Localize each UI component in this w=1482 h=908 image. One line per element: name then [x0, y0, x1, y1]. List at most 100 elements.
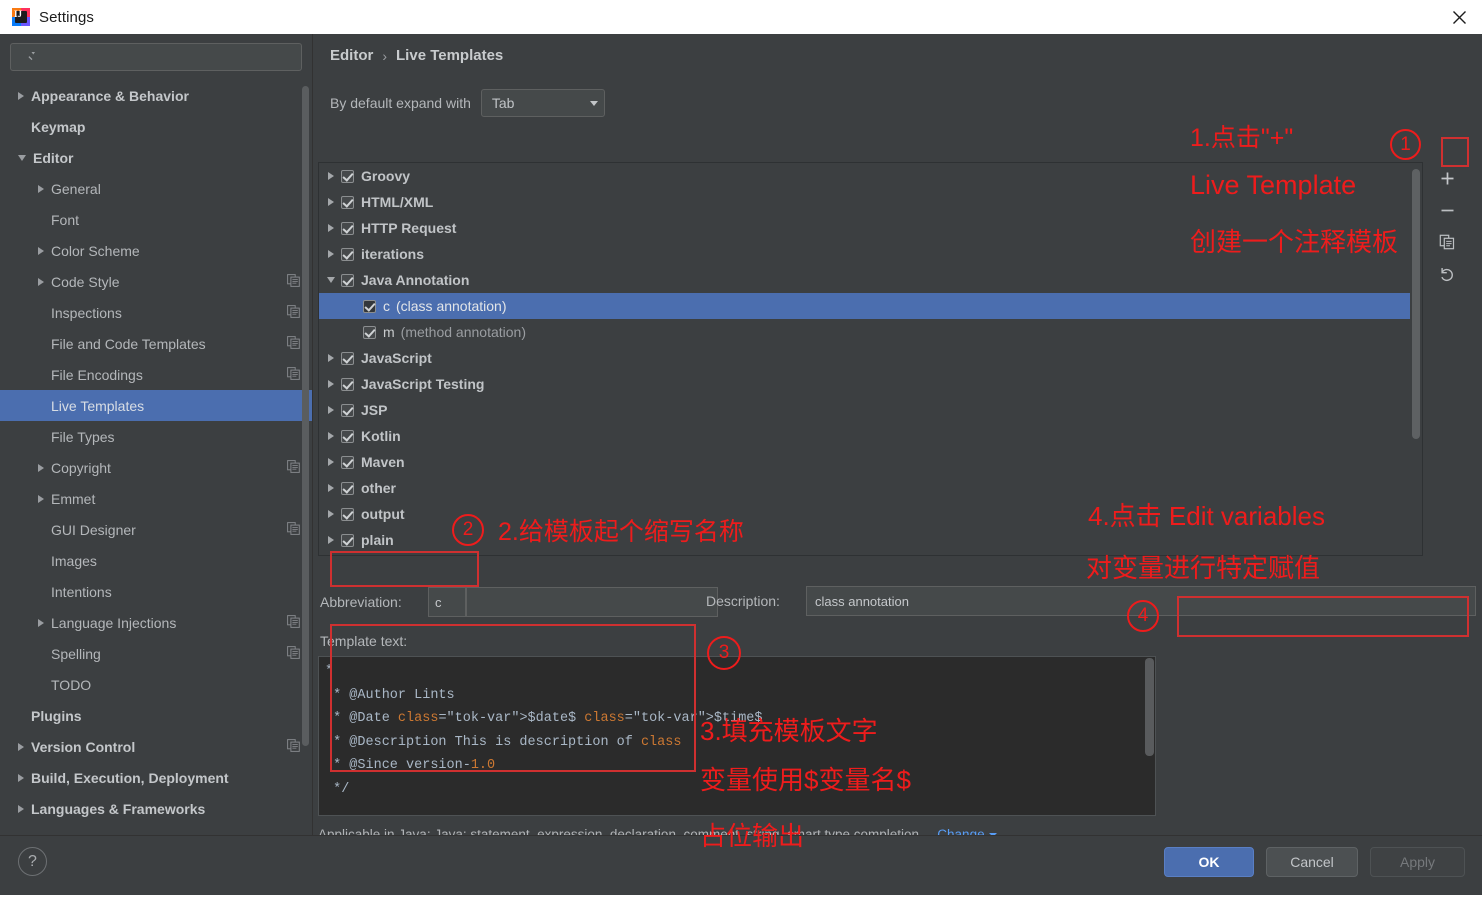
- sidebar-item-intentions[interactable]: Intentions: [0, 576, 312, 607]
- chevron-right-icon[interactable]: [38, 247, 44, 255]
- description-input[interactable]: [806, 586, 1476, 616]
- revert-template-button[interactable]: [1432, 258, 1462, 290]
- sidebar-item-gui-designer[interactable]: GUI Designer: [0, 514, 312, 545]
- template-editor-scrollbar[interactable]: [1145, 658, 1154, 756]
- template-row[interactable]: HTTP Request: [319, 215, 1410, 241]
- add-template-button[interactable]: [1432, 162, 1462, 194]
- template-enabled-checkbox[interactable]: [341, 352, 354, 365]
- duplicate-template-button[interactable]: [1432, 226, 1462, 258]
- remove-template-button[interactable]: [1432, 194, 1462, 226]
- chevron-down-icon[interactable]: [18, 155, 26, 161]
- chevron-down-icon[interactable]: [325, 277, 337, 283]
- chevron-right-icon[interactable]: [325, 198, 337, 206]
- sidebar-item-appearance-behavior[interactable]: Appearance & Behavior: [0, 80, 312, 111]
- chevron-right-icon[interactable]: [38, 464, 44, 472]
- template-enabled-checkbox[interactable]: [341, 404, 354, 417]
- template-enabled-checkbox[interactable]: [341, 196, 354, 209]
- sidebar-item-code-style[interactable]: Code Style: [0, 266, 312, 297]
- sidebar-item-file-types[interactable]: File Types: [0, 421, 312, 452]
- chevron-right-icon[interactable]: [325, 484, 337, 492]
- chevron-right-icon[interactable]: [38, 619, 44, 627]
- sidebar-scrollbar[interactable]: [302, 86, 309, 776]
- sidebar-item-languages-frameworks[interactable]: Languages & Frameworks: [0, 793, 312, 824]
- template-enabled-checkbox[interactable]: [341, 430, 354, 443]
- chevron-right-icon[interactable]: [325, 432, 337, 440]
- template-enabled-checkbox[interactable]: [341, 508, 354, 521]
- template-enabled-checkbox[interactable]: [363, 300, 376, 313]
- template-row[interactable]: JavaScript: [319, 345, 1410, 371]
- sidebar-item-build-execution-deployment[interactable]: Build, Execution, Deployment: [0, 762, 312, 793]
- chevron-right-icon[interactable]: [325, 354, 337, 362]
- abbreviation-input-extension[interactable]: [466, 587, 718, 617]
- template-enabled-checkbox[interactable]: [341, 170, 354, 183]
- chevron-right-icon[interactable]: [18, 92, 24, 100]
- search-box[interactable]: [10, 43, 302, 71]
- sidebar-item-images[interactable]: Images: [0, 545, 312, 576]
- chevron-right-icon[interactable]: [38, 185, 44, 193]
- template-row[interactable]: c(class annotation): [319, 293, 1410, 319]
- sidebar-item-file-encodings[interactable]: File Encodings: [0, 359, 312, 390]
- template-row[interactable]: plain: [319, 527, 1410, 553]
- chevron-right-icon[interactable]: [325, 510, 337, 518]
- template-list-scrollbar[interactable]: [1412, 165, 1420, 553]
- abbreviation-input[interactable]: [428, 587, 466, 617]
- template-text-editor[interactable]: * * @Author Lints * @Date class="tok-var…: [318, 656, 1156, 816]
- sidebar-item-copyright[interactable]: Copyright: [0, 452, 312, 483]
- template-row[interactable]: m(method annotation): [319, 319, 1410, 345]
- template-enabled-checkbox[interactable]: [341, 248, 354, 261]
- sidebar-item-todo[interactable]: TODO: [0, 669, 312, 700]
- chevron-right-icon[interactable]: [18, 774, 24, 782]
- template-enabled-checkbox[interactable]: [341, 274, 354, 287]
- breadcrumb-parent[interactable]: Editor: [330, 47, 373, 64]
- template-row[interactable]: JavaScript Testing: [319, 371, 1410, 397]
- template-row[interactable]: Kotlin: [319, 423, 1410, 449]
- template-enabled-checkbox[interactable]: [341, 378, 354, 391]
- sidebar-item-emmet[interactable]: Emmet: [0, 483, 312, 514]
- template-row[interactable]: Maven: [319, 449, 1410, 475]
- template-row[interactable]: other: [319, 475, 1410, 501]
- sidebar-item-color-scheme[interactable]: Color Scheme: [0, 235, 312, 266]
- default-expand-with-select[interactable]: Tab: [481, 89, 605, 117]
- chevron-right-icon[interactable]: [18, 743, 24, 751]
- chevron-right-icon[interactable]: [18, 805, 24, 813]
- template-groups-list[interactable]: GroovyHTML/XMLHTTP RequestiterationsJava…: [319, 163, 1410, 555]
- sidebar-item-font[interactable]: Font: [0, 204, 312, 235]
- template-list-scrollbar-thumb[interactable]: [1412, 169, 1420, 439]
- sidebar-item-file-and-code-templates[interactable]: File and Code Templates: [0, 328, 312, 359]
- sidebar-tree[interactable]: Appearance & BehaviorKeymapEditorGeneral…: [0, 80, 312, 835]
- chevron-right-icon[interactable]: [38, 495, 44, 503]
- ok-button[interactable]: OK: [1164, 847, 1254, 877]
- sidebar-item-inspections[interactable]: Inspections: [0, 297, 312, 328]
- close-icon[interactable]: [1436, 0, 1482, 34]
- sidebar-item-plugins[interactable]: Plugins: [0, 700, 312, 731]
- question-mark-icon[interactable]: ?: [18, 847, 47, 876]
- template-enabled-checkbox[interactable]: [341, 456, 354, 469]
- template-row[interactable]: output: [319, 501, 1410, 527]
- sidebar-item-version-control[interactable]: Version Control: [0, 731, 312, 762]
- sidebar-item-language-injections[interactable]: Language Injections: [0, 607, 312, 638]
- chevron-right-icon[interactable]: [325, 380, 337, 388]
- template-row[interactable]: Java Annotation: [319, 267, 1410, 293]
- sidebar-item-spelling[interactable]: Spelling: [0, 638, 312, 669]
- sidebar-item-keymap[interactable]: Keymap: [0, 111, 312, 142]
- chevron-right-icon[interactable]: [325, 536, 337, 544]
- sidebar-item-live-templates[interactable]: Live Templates: [0, 390, 312, 421]
- chevron-right-icon[interactable]: [325, 224, 337, 232]
- template-row[interactable]: JSP: [319, 397, 1410, 423]
- template-enabled-checkbox[interactable]: [341, 222, 354, 235]
- template-row[interactable]: iterations: [319, 241, 1410, 267]
- template-enabled-checkbox[interactable]: [363, 326, 376, 339]
- chevron-right-icon[interactable]: [325, 458, 337, 466]
- chevron-right-icon[interactable]: [325, 250, 337, 258]
- template-enabled-checkbox[interactable]: [341, 482, 354, 495]
- sidebar-item-editor[interactable]: Editor: [0, 142, 312, 173]
- chevron-right-icon[interactable]: [325, 172, 337, 180]
- template-row[interactable]: HTML/XML: [319, 189, 1410, 215]
- chevron-right-icon[interactable]: [325, 406, 337, 414]
- search-input[interactable]: [38, 49, 293, 66]
- sidebar-scrollbar-thumb[interactable]: [302, 86, 309, 746]
- chevron-right-icon[interactable]: [38, 278, 44, 286]
- sidebar-item-general[interactable]: General: [0, 173, 312, 204]
- template-enabled-checkbox[interactable]: [341, 534, 354, 547]
- template-row[interactable]: Groovy: [319, 163, 1410, 189]
